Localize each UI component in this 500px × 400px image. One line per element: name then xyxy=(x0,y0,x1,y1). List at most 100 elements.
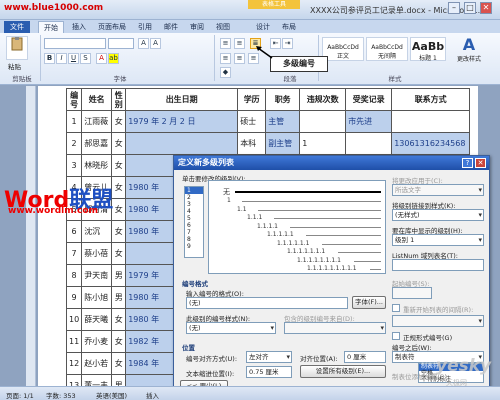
numbering-button[interactable]: ≡ xyxy=(234,38,245,49)
underline-button[interactable]: U xyxy=(68,53,79,64)
font-name-combo[interactable] xyxy=(44,38,106,49)
table-cell[interactable]: 郝思嘉 xyxy=(81,132,113,155)
table-cell[interactable]: 男 xyxy=(111,264,127,287)
table-cell[interactable]: 9 xyxy=(65,286,83,309)
font-color-button[interactable]: A xyxy=(96,53,107,64)
status-mode[interactable]: 插入 xyxy=(146,390,159,400)
listnum-input[interactable] xyxy=(392,259,484,271)
tab-file[interactable]: 文件 xyxy=(4,21,30,33)
tab-references[interactable]: 引用 xyxy=(134,21,156,33)
table-cell[interactable]: 女 xyxy=(111,330,127,353)
legal-checkbox[interactable] xyxy=(392,332,400,340)
style-normal[interactable]: AaBbCcDd 正文 xyxy=(322,37,364,61)
table-cell[interactable] xyxy=(345,132,393,155)
table-cell[interactable]: 尹天南 xyxy=(81,264,113,287)
gallery-level-select[interactable]: 级别 1 xyxy=(392,234,484,246)
table-cell[interactable]: 沈沉 xyxy=(81,220,113,243)
table-cell[interactable]: 1 xyxy=(65,110,83,133)
table-cell[interactable]: 女 xyxy=(111,176,127,199)
apply-changes-select[interactable]: 所选文字 xyxy=(392,184,484,196)
tab-review[interactable]: 审阅 xyxy=(186,21,208,33)
table-cell[interactable]: 1 xyxy=(299,132,347,155)
set-all-levels-button[interactable]: 设置所有级别(E)... xyxy=(300,365,386,378)
style-no-spacing[interactable]: AaBbCcDd 无间隔 xyxy=(366,37,408,61)
table-cell[interactable]: 13061316234568 xyxy=(391,132,471,155)
text-indent-input[interactable]: 0.75 厘米 xyxy=(246,366,292,378)
table-cell[interactable]: 男 xyxy=(111,286,127,309)
table-cell[interactable]: 副主管 xyxy=(265,132,301,155)
table-cell[interactable]: 12 xyxy=(65,352,83,375)
dialog-help-button[interactable]: ? xyxy=(462,158,473,168)
level-item[interactable]: 2 xyxy=(185,194,203,201)
tab-home[interactable]: 开始 xyxy=(38,21,64,33)
table-cell[interactable]: 10 xyxy=(65,308,83,331)
table-cell[interactable]: 女 xyxy=(111,154,127,177)
table-cell[interactable]: 乔小麦 xyxy=(81,330,113,353)
table-cell[interactable]: 陈小旭 xyxy=(81,286,113,309)
status-words[interactable]: 字数: 353 xyxy=(46,390,76,400)
table-cell[interactable]: 主管 xyxy=(265,110,301,133)
dialog-close-button[interactable]: ✕ xyxy=(475,158,486,168)
minimize-button[interactable]: – xyxy=(448,2,460,14)
align-center-button[interactable]: ≡ xyxy=(234,53,245,64)
grow-font-button[interactable]: A xyxy=(138,38,149,49)
bold-button[interactable]: B xyxy=(44,53,55,64)
table-cell[interactable]: 女 xyxy=(111,198,127,221)
change-styles-button[interactable]: A 更改样式 xyxy=(454,35,484,75)
table-cell[interactable]: 8 xyxy=(65,264,83,287)
level-item[interactable]: 8 xyxy=(185,236,203,243)
table-cell[interactable]: 江雨薇 xyxy=(81,110,113,133)
close-window-button[interactable]: ✕ xyxy=(480,2,492,14)
table-cell[interactable]: 林晓彤 xyxy=(81,154,113,177)
bullets-button[interactable]: ≡ xyxy=(220,38,231,49)
tab-view[interactable]: 视图 xyxy=(212,21,234,33)
enter-format-input[interactable]: (无) xyxy=(186,297,348,309)
status-page[interactable]: 页面: 1/1 xyxy=(6,390,34,400)
restart-checkbox[interactable] xyxy=(392,304,400,312)
paste-button[interactable] xyxy=(6,36,28,60)
table-cell[interactable]: 11 xyxy=(65,330,83,353)
tab-page-layout[interactable]: 页面布局 xyxy=(94,21,130,33)
table-cell[interactable]: 3 xyxy=(65,154,83,177)
strikethrough-button[interactable]: S xyxy=(80,53,91,64)
table-cell[interactable]: 蔡小蓓 xyxy=(81,242,113,265)
table-cell[interactable]: 本科 xyxy=(237,132,267,155)
font-size-combo[interactable] xyxy=(108,38,134,49)
maximize-button[interactable]: □ xyxy=(464,2,476,14)
level-listbox[interactable]: 1 2 3 4 5 6 7 8 9 xyxy=(184,186,204,258)
level-item[interactable]: 3 xyxy=(185,201,203,208)
table-cell[interactable]: 女 xyxy=(111,132,127,155)
table-cell[interactable]: 女 xyxy=(111,242,127,265)
style-heading-1[interactable]: AaBb 标题 1 xyxy=(410,37,446,62)
level-item[interactable]: 1 xyxy=(185,187,203,194)
tab-layout[interactable]: 布局 xyxy=(278,21,300,33)
font-button[interactable]: 字体(F)... xyxy=(352,296,386,309)
level-item[interactable]: 5 xyxy=(185,215,203,222)
align-left-button[interactable]: ≡ xyxy=(220,53,231,64)
table-cell[interactable]: 女 xyxy=(111,110,127,133)
table-cell[interactable]: 7 xyxy=(65,242,83,265)
italic-button[interactable]: I xyxy=(56,53,67,64)
table-cell[interactable]: 硕士 xyxy=(237,110,267,133)
table-cell[interactable]: 市先进 xyxy=(345,110,393,133)
shading-button[interactable]: ◆ xyxy=(220,67,231,78)
table-row[interactable]: 1 江雨薇女 1979 年 2 月 2 日硕士 主管 市先进 xyxy=(65,110,471,133)
table-cell[interactable] xyxy=(125,132,239,155)
start-at-input[interactable] xyxy=(392,287,432,299)
table-cell[interactable]: 女 xyxy=(111,220,127,243)
level-item[interactable]: 9 xyxy=(185,243,203,250)
shrink-font-button[interactable]: A xyxy=(150,38,161,49)
alignment-select[interactable]: 左对齐 xyxy=(246,351,292,363)
status-language[interactable]: 英语(美国) xyxy=(96,390,127,400)
link-style-select[interactable]: (无样式) xyxy=(392,209,484,221)
highlight-button[interactable]: ab xyxy=(108,53,119,64)
table-cell[interactable]: 女 xyxy=(111,308,127,331)
level-item[interactable]: 7 xyxy=(185,229,203,236)
table-cell[interactable]: 1979 年 2 月 2 日 xyxy=(125,110,239,133)
table-cell[interactable] xyxy=(391,110,471,133)
level-item[interactable]: 6 xyxy=(185,222,203,229)
restart-select[interactable] xyxy=(392,315,484,327)
table-cell[interactable]: 薛天曦 xyxy=(81,308,113,331)
table-cell[interactable]: 13 xyxy=(65,374,83,386)
increase-indent-button[interactable]: ⇥ xyxy=(282,38,293,49)
